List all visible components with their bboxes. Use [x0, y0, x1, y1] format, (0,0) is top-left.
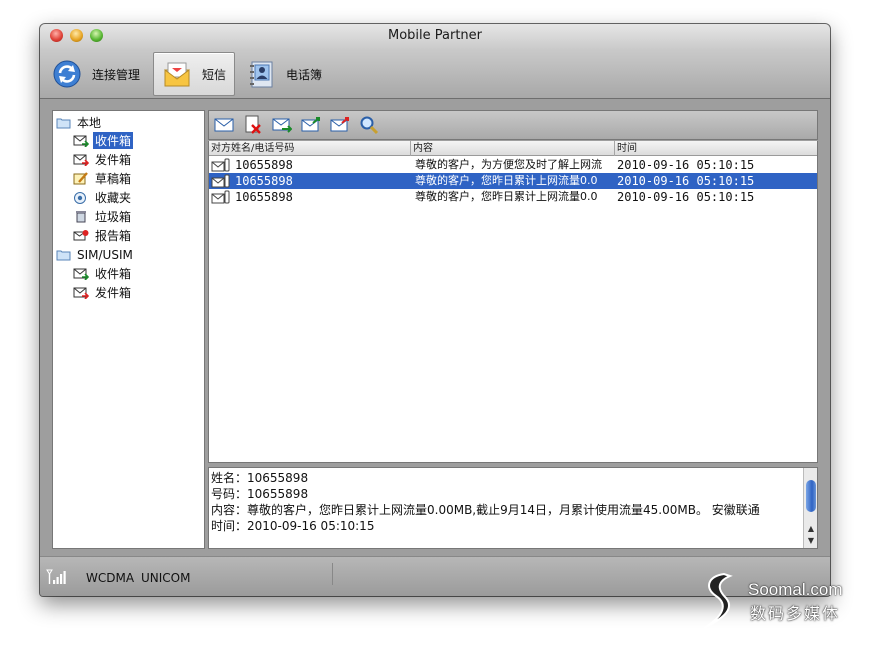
- envelope-icon: [160, 57, 194, 91]
- drafts-icon: [73, 172, 89, 186]
- tree-item-label: 发件箱: [95, 153, 132, 167]
- sender-cell: 10655898: [211, 173, 409, 189]
- phonebook-label: 电话簿: [286, 67, 323, 82]
- tree-item-sim-inbox[interactable]: 收件箱: [73, 265, 133, 282]
- list-header: 对方姓名/电话号码 内容 时间: [209, 141, 817, 156]
- message-detail: 姓名：10655898 号码：10655898 内容：尊敬的客户，您昨日累计上网…: [208, 467, 818, 549]
- inbox-icon: [73, 267, 89, 281]
- forward-icon[interactable]: [300, 114, 322, 136]
- report-icon: [73, 229, 89, 243]
- tree-item-label: 垃圾箱: [95, 210, 132, 224]
- scroll-down-arrow-icon[interactable]: ▼: [806, 536, 816, 546]
- sender-number: 10655898: [235, 190, 293, 204]
- content-cell: 尊敬的客户，您昨日累计上网流量0.0: [415, 190, 598, 203]
- read-message-icon: [211, 174, 231, 188]
- new-message-icon[interactable]: [213, 114, 235, 136]
- resend-icon[interactable]: [329, 114, 351, 136]
- tree-item-label: 发件箱: [95, 286, 132, 300]
- message-toolbar: [208, 110, 818, 140]
- column-header-content[interactable]: 内容: [411, 141, 615, 156]
- network-type: WCDMA: [86, 571, 135, 585]
- tree-item-label: 收件箱: [95, 267, 132, 281]
- outbox-icon: [73, 153, 89, 167]
- scrollbar-thumb[interactable]: [806, 480, 816, 512]
- tree-item-local-reports[interactable]: 报告箱: [73, 227, 133, 244]
- contact-book-icon: [244, 57, 278, 91]
- tree-item-local-inbox[interactable]: 收件箱: [73, 132, 134, 149]
- sms-label: 短信: [202, 67, 227, 82]
- tree-item-local[interactable]: 本地: [55, 114, 103, 131]
- watermark-site: Soomal.com: [748, 580, 843, 599]
- favorites-icon: [73, 191, 89, 205]
- detail-scrollbar[interactable]: ▲ ▼: [803, 468, 817, 548]
- tree-item-label: 报告箱: [95, 229, 132, 243]
- app-window: Mobile Partner 连接管理 短信 电话簿 本地 收件箱 发件箱 草稿…: [40, 24, 830, 596]
- folder-icon: [55, 248, 71, 262]
- tree-item-label: 收件箱: [93, 132, 134, 149]
- inbox-icon: [73, 134, 89, 148]
- time-cell: 2010-09-16 05:10:15: [617, 174, 755, 188]
- table-row-selected[interactable]: 10655898 尊敬的客户，您昨日累计上网流量0.0 2010-09-16 0…: [209, 173, 817, 189]
- time-cell: 2010-09-16 05:10:15: [617, 190, 755, 204]
- message-list: 对方姓名/电话号码 内容 时间 10655898 尊敬的客户，为方便您及时了解上…: [208, 141, 818, 463]
- tree-item-local-favorites[interactable]: 收藏夹: [73, 189, 133, 206]
- status-divider: [332, 563, 333, 585]
- scroll-up-arrow-icon[interactable]: ▲: [806, 524, 816, 534]
- tree-item-sim[interactable]: SIM/USIM: [55, 246, 135, 263]
- tree-item-sim-outbox[interactable]: 发件箱: [73, 284, 133, 301]
- phonebook-button[interactable]: 电话簿: [244, 52, 322, 96]
- refresh-connection-icon: [50, 57, 84, 91]
- reply-icon[interactable]: [271, 114, 293, 136]
- tree-item-local-outbox[interactable]: 发件箱: [73, 151, 133, 168]
- read-message-icon: [211, 158, 231, 172]
- column-header-sender[interactable]: 对方姓名/电话号码: [209, 141, 411, 156]
- outbox-icon: [73, 286, 89, 300]
- folder-icon: [55, 116, 71, 130]
- signal-strength-icon: [46, 569, 68, 588]
- sender-number: 10655898: [235, 174, 293, 188]
- sender-number: 10655898: [235, 158, 293, 172]
- folder-tree: 本地 收件箱 发件箱 草稿箱 收藏夹 垃圾箱 报告箱 SIM/USIM 收件箱 …: [52, 110, 205, 549]
- message-panel: 对方姓名/电话号码 内容 时间 10655898 尊敬的客户，为方便您及时了解上…: [208, 110, 818, 549]
- content-cell: 尊敬的客户，为方便您及时了解上网流: [415, 158, 602, 171]
- operator-name: UNICOM: [141, 571, 191, 585]
- tree-item-local-trash[interactable]: 垃圾箱: [73, 208, 133, 225]
- column-header-time[interactable]: 时间: [615, 141, 817, 156]
- time-cell: 2010-09-16 05:10:15: [617, 158, 755, 172]
- tree-item-label: SIM/USIM: [77, 247, 133, 262]
- tree-item-label: 收藏夹: [95, 191, 132, 205]
- sender-cell: 10655898: [211, 189, 409, 205]
- detail-content: 内容：尊敬的客户，您昨日累计上网流量0.00MB,截止9月14日，月累计使用流量…: [211, 503, 760, 517]
- connection-manager-label: 连接管理: [92, 67, 141, 82]
- watermark-subtitle: 数码多媒体: [750, 604, 841, 623]
- connection-manager-button[interactable]: 连接管理: [50, 52, 140, 96]
- detail-number: 号码：10655898: [211, 487, 309, 501]
- title-bar: Mobile Partner 连接管理 短信 电话簿: [40, 24, 830, 99]
- window-title: Mobile Partner: [387, 28, 483, 43]
- delete-message-icon[interactable]: [242, 114, 264, 136]
- read-message-icon: [211, 190, 231, 204]
- tree-item-label: 草稿箱: [95, 172, 132, 186]
- detail-name: 姓名：10655898: [211, 471, 309, 485]
- tree-item-label: 本地: [77, 116, 102, 130]
- table-row[interactable]: 10655898 尊敬的客户，您昨日累计上网流量0.0 2010-09-16 0…: [209, 189, 817, 205]
- sender-cell: 10655898: [211, 157, 409, 173]
- content-cell: 尊敬的客户，您昨日累计上网流量0.0: [415, 174, 598, 187]
- soomal-logo: [703, 572, 733, 629]
- search-icon[interactable]: [358, 114, 380, 136]
- trash-icon: [73, 210, 89, 224]
- tree-item-local-drafts[interactable]: 草稿箱: [73, 170, 133, 187]
- table-row[interactable]: 10655898 尊敬的客户，为方便您及时了解上网流 2010-09-16 05…: [209, 157, 817, 173]
- sms-button[interactable]: 短信: [153, 52, 235, 96]
- detail-time: 时间：2010-09-16 05:10:15: [211, 519, 375, 533]
- watermark: Soomal.com 数码多媒体: [694, 570, 864, 634]
